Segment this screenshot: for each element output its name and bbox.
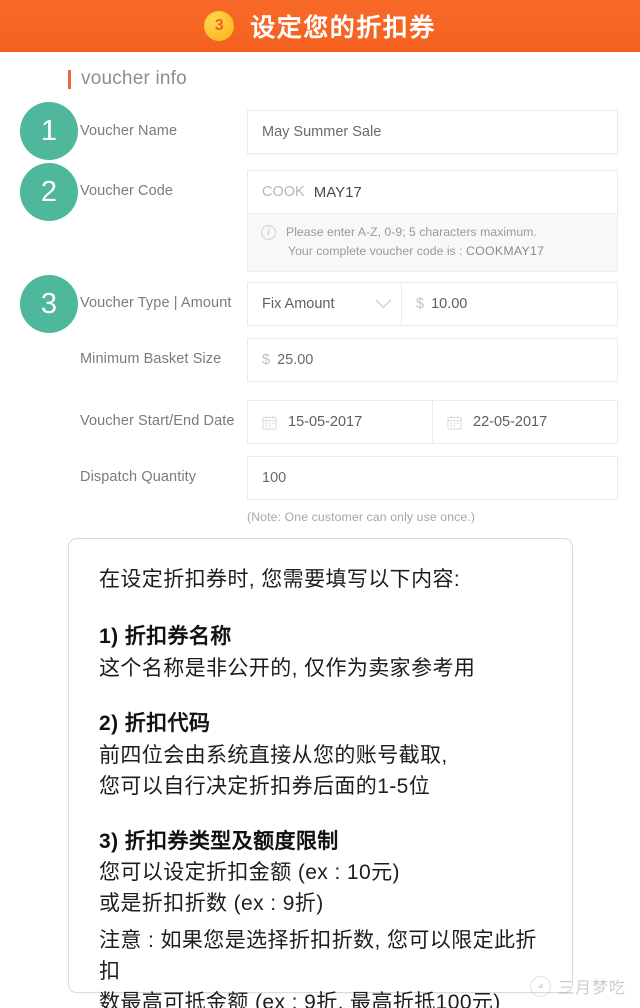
hint-text: Please enter A-Z, 0-9; 5 characters maxi…	[286, 223, 544, 271]
voucher-name-label: Voucher Name	[80, 123, 178, 139]
voucher-amount-value: 10.00	[431, 296, 468, 312]
explanation-item-2-title: 2) 折扣代码	[99, 712, 211, 736]
minimum-basket-input[interactable]: $ 25.00	[247, 338, 618, 382]
explanation-note-line-1: 注意 : 如果您是选择折扣折数, 您可以限定此折扣	[99, 929, 537, 984]
voucher-type-value: Fix Amount	[262, 296, 335, 312]
explanation-item-2: 2) 折扣代码 前四位会由系统直接从您的账号截取, 您可以自行决定折扣券后面的1…	[99, 708, 542, 802]
voucher-code-prefix: COOK	[262, 184, 305, 200]
step-circle-3: 3	[20, 275, 78, 333]
explanation-item-1-body: 这个名称是非公开的, 仅作为卖家参考用	[99, 656, 476, 680]
voucher-code-hint: i Please enter A-Z, 0-9; 5 characters ma…	[247, 214, 618, 272]
voucher-start-date-input[interactable]: 15-05-2017	[247, 400, 433, 444]
section-header: voucher info	[68, 68, 187, 90]
dispatch-quantity-note: (Note: One customer can only use once.)	[247, 510, 476, 524]
explanation-item-1: 1) 折扣券名称 这个名称是非公开的, 仅作为卖家参考用	[99, 621, 542, 684]
step-badge: 3	[204, 11, 235, 41]
step-circle-2: 2	[20, 163, 78, 221]
voucher-start-date-value: 15-05-2017	[288, 414, 363, 430]
explanation-item-3: 3) 折扣券类型及额度限制 您可以设定折扣金额 (ex : 10元) 或是折扣折…	[99, 826, 542, 920]
row-voucher-name: Voucher Name May Summer Sale	[0, 110, 640, 154]
watermark: ◕ 三月梦吃	[529, 974, 626, 998]
explanation-item-2-body-line-1: 前四位会由系统直接从您的账号截取,	[99, 743, 448, 767]
section-title-label: voucher info	[81, 68, 187, 89]
minimum-basket-label: Minimum Basket Size	[80, 351, 222, 367]
row-voucher-type-amount: Voucher Type | Amount Fix Amount $ 10.00	[0, 282, 640, 326]
dispatch-quantity-label: Dispatch Quantity	[80, 469, 197, 485]
calendar-icon	[447, 415, 462, 430]
voucher-type-label: Voucher Type | Amount	[80, 295, 232, 311]
voucher-name-input[interactable]: May Summer Sale	[247, 110, 618, 154]
currency-symbol: $	[262, 352, 271, 368]
explanation-item-1-title: 1) 折扣券名称	[99, 625, 232, 649]
page-title: 设定您的折扣券	[250, 14, 436, 42]
explanation-card: 在设定折扣券时, 您需要填写以下内容: 1) 折扣券名称 这个名称是非公开的, …	[68, 538, 573, 1008]
voucher-setup-page: 3 设定您的折扣券 voucher info 1 2 3 Voucher Nam…	[0, 0, 640, 1008]
accent-bar-icon	[68, 69, 71, 89]
voucher-code-label: Voucher Code	[80, 183, 174, 199]
dispatch-quantity-input[interactable]: 100	[247, 456, 618, 500]
hint-line-2: Your complete voucher code is : COOKMAY1…	[286, 242, 544, 261]
hint-complete-code: COOKMAY17	[465, 244, 545, 258]
explanation-lead: 在设定折扣券时, 您需要填写以下内容:	[99, 568, 461, 591]
info-icon: i	[261, 225, 276, 240]
voucher-form: voucher info 1 2 3 Voucher Name May Summ…	[0, 52, 640, 534]
explanation-note-line-2: 数最高可抵金额 (ex : 9折, 最高折抵100元)	[99, 991, 501, 1008]
explanation-item-3-body-line-2: 或是折扣折数 (ex : 9折)	[99, 892, 324, 916]
currency-symbol: $	[416, 296, 425, 312]
bowl-icon: ◕	[529, 975, 551, 997]
explanation-item-3-title: 3) 折扣券类型及额度限制	[99, 829, 339, 853]
row-minimum-basket: Minimum Basket Size $ 25.00	[0, 338, 640, 382]
explanation-item-2-body-line-2: 您可以自行决定折扣券后面的1-5位	[99, 774, 431, 798]
row-voucher-dates: Voucher Start/End Date 15-05-2017 22-05-…	[0, 400, 640, 444]
row-voucher-code: Voucher Code COOK MAY17 i Please enter A…	[0, 170, 640, 272]
chevron-down-icon	[375, 291, 392, 308]
voucher-dates-label: Voucher Start/End Date	[80, 413, 235, 429]
explanation-item-3-body-line-1: 您可以设定折扣金额 (ex : 10元)	[99, 861, 400, 885]
voucher-code-input[interactable]: COOK MAY17	[247, 170, 618, 214]
hint-line-2-label: Your complete voucher code is :	[288, 244, 463, 258]
voucher-name-value: May Summer Sale	[262, 124, 382, 140]
calendar-icon	[262, 415, 277, 430]
page-header: 3 设定您的折扣券	[0, 0, 640, 52]
watermark-text: 三月梦吃	[557, 980, 626, 997]
row-dispatch-quantity: Dispatch Quantity 100 (Note: One custome…	[0, 456, 640, 526]
voucher-code-value: MAY17	[313, 183, 362, 201]
voucher-amount-input[interactable]: $ 10.00	[402, 282, 618, 326]
voucher-end-date-input[interactable]: 22-05-2017	[433, 400, 618, 444]
voucher-end-date-value: 22-05-2017	[473, 414, 548, 430]
hint-line-1: Please enter A-Z, 0-9; 5 characters maxi…	[286, 225, 537, 239]
dispatch-quantity-value: 100	[262, 470, 287, 486]
minimum-basket-value: 25.00	[277, 352, 314, 368]
explanation-note: 注意 : 如果您是选择折扣折数, 您可以限定此折扣 数最高可抵金额 (ex : …	[99, 925, 542, 1008]
step-circle-1: 1	[20, 102, 78, 160]
voucher-type-select[interactable]: Fix Amount	[247, 282, 402, 326]
